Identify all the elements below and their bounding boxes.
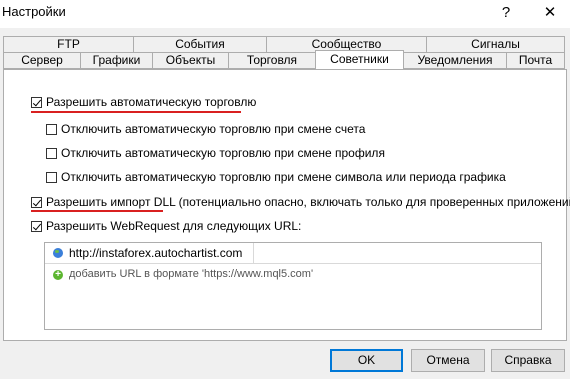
tab-mail[interactable]: Почта [506,52,565,69]
help-button[interactable]: Справка [491,349,565,372]
column-divider [253,243,254,263]
globe-icon [53,248,63,258]
option-label: Отключить автоматическую торговлю при см… [61,170,506,184]
option-label: Отключить автоматическую торговлю при см… [61,146,385,160]
tab-events[interactable]: События [133,36,267,53]
option-label: Разрешить автоматическую торговлю [46,95,257,109]
allow-webrequest-checkbox[interactable]: Разрешить WebRequest для следующих URL: [31,218,301,234]
close-icon[interactable]: ✕ [536,1,564,25]
checkbox-icon[interactable] [46,171,57,183]
ok-button[interactable]: OK [330,349,403,372]
title-bar: Настройки ? ✕ [0,0,570,28]
add-url-hint[interactable]: добавить URL в формате 'https://www.mql5… [69,268,313,280]
checkbox-icon[interactable] [46,123,57,135]
url-entry[interactable]: http://instaforex.autochartist.com [69,246,242,260]
tab-trading[interactable]: Торговля [228,52,316,69]
tab-expert-advisors[interactable]: Советники [315,50,404,69]
tab-ftp[interactable]: FTP [3,36,134,53]
tab-objects[interactable]: Объекты [152,52,229,69]
disable-on-symbol-change-checkbox[interactable]: Отключить автоматическую торговлю при см… [46,169,506,185]
option-label: Отключить автоматическую торговлю при см… [61,122,366,136]
list-item[interactable]: http://instaforex.autochartist.com [45,243,541,264]
tab-notifications[interactable]: Уведомления [403,52,507,69]
checkbox-icon[interactable] [46,147,57,159]
red-underline-annotation [31,210,163,212]
window-title: Настройки [2,4,66,19]
help-icon[interactable]: ? [493,1,519,25]
disable-on-account-change-checkbox[interactable]: Отключить автоматическую торговлю при см… [46,121,365,137]
tab-server[interactable]: Сервер [3,52,81,69]
checkbox-icon[interactable] [31,220,42,232]
tab-charts[interactable]: Графики [80,52,153,69]
option-label: Разрешить WebRequest для следующих URL: [46,219,302,233]
cancel-button[interactable]: Отмена [411,349,485,372]
disable-on-profile-change-checkbox[interactable]: Отключить автоматическую торговлю при см… [46,145,385,161]
allow-dll-import-checkbox[interactable]: Разрешить импорт DLL (потенциально опасн… [31,194,570,210]
checkbox-icon[interactable] [31,196,42,208]
tab-signals[interactable]: Сигналы [426,36,565,53]
checkbox-icon[interactable] [31,96,42,108]
add-icon[interactable]: + [53,270,63,280]
allow-auto-trading-checkbox[interactable]: Разрешить автоматическую торговлю [31,94,256,110]
url-list[interactable]: http://instaforex.autochartist.com + доб… [44,242,542,330]
option-label: Разрешить импорт DLL (потенциально опасн… [46,195,570,209]
red-underline-annotation [31,111,241,113]
